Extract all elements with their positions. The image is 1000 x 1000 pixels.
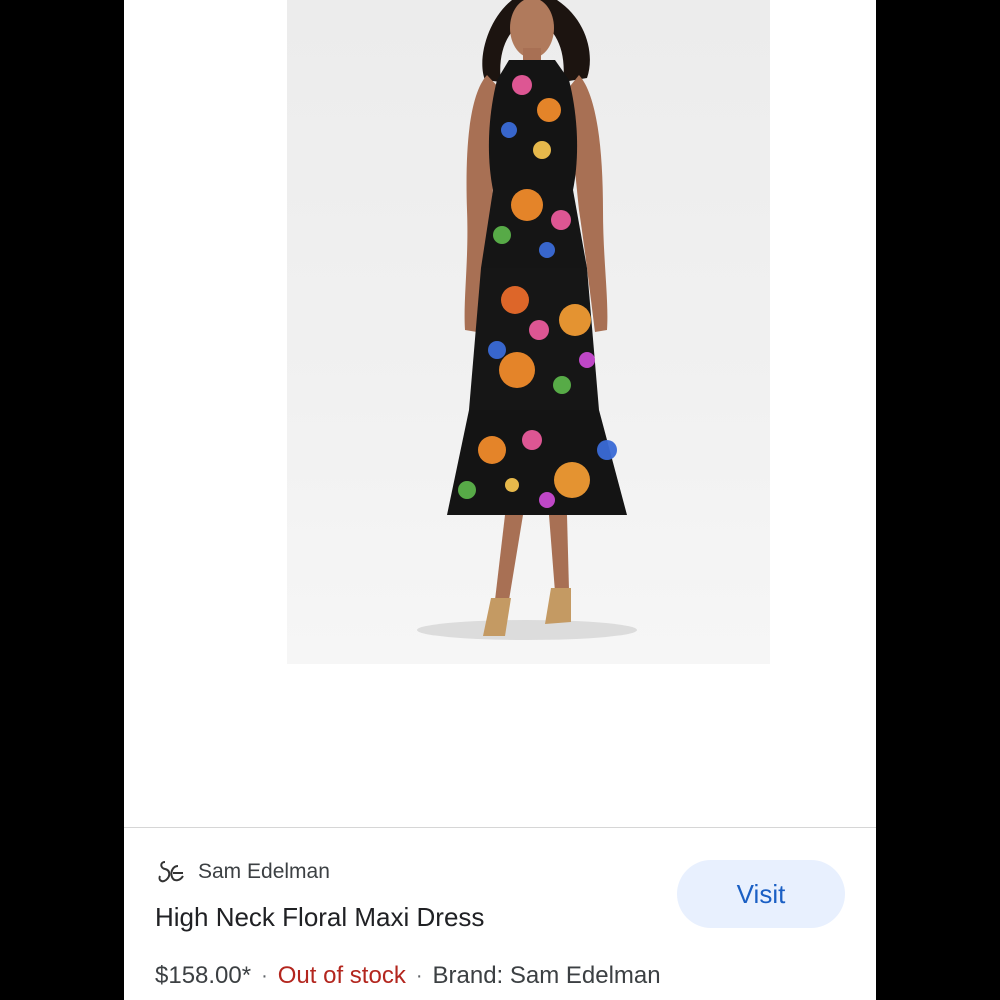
product-image[interactable] — [287, 0, 770, 664]
product-title: High Neck Floral Maxi Dress — [155, 902, 485, 932]
product-viewer-screen: Sam Edelman High Neck Floral Maxi Dress … — [124, 0, 876, 1000]
visit-button[interactable]: Visit — [677, 860, 845, 928]
separator: · — [415, 964, 423, 987]
separator: · — [261, 964, 268, 987]
price: $158.00* — [155, 962, 252, 989]
brand-label: Brand: Sam Edelman — [432, 962, 661, 989]
brand-name: Sam Edelman — [198, 860, 330, 883]
brand-row: Sam Edelman — [156, 852, 330, 892]
sam-edelman-logo-icon — [156, 856, 188, 888]
stock-status: Out of stock — [277, 962, 406, 989]
product-meta: $158.00* · Out of stock · Brand: Sam Ede… — [155, 962, 661, 990]
divider — [124, 827, 876, 828]
